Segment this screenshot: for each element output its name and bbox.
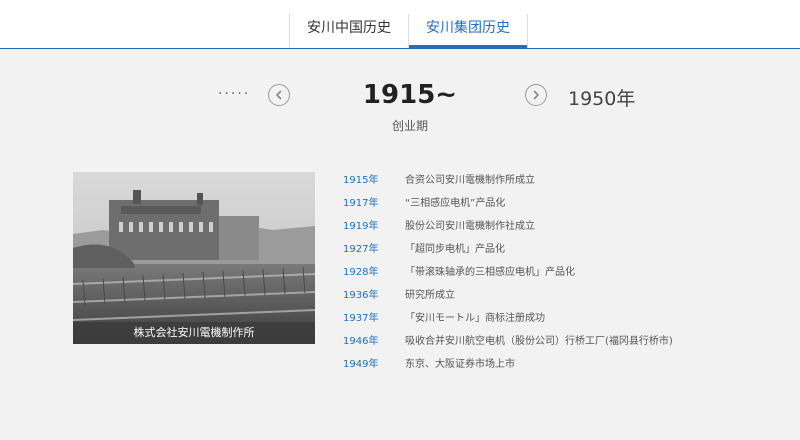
previous-period-button[interactable] (268, 84, 290, 106)
timeline-year[interactable]: 1936年 (343, 287, 378, 305)
timeline-item: 1949年 东京、大阪证券市场上市 (343, 356, 763, 374)
timeline-item: 1927年 「超同步电机」产品化 (343, 241, 763, 259)
timeline-item: 1915年 合资公司安川電機制作所成立 (343, 172, 763, 190)
chevron-left-icon (276, 90, 282, 100)
chevron-right-icon (533, 90, 539, 100)
timeline-year[interactable]: 1915年 (343, 172, 378, 190)
timeline-item: 1936年 研究所成立 (343, 287, 763, 305)
timeline-item: 1937年 「安川モートル」商标注册成功 (343, 310, 763, 328)
timeline-year[interactable]: 1919年 (343, 218, 378, 236)
timeline-event: 「安川モートル」商标注册成功 (405, 313, 545, 324)
timeline-year[interactable]: 1928年 (343, 264, 378, 282)
tab-yaskawa-china-history[interactable]: 安川中国历史 (289, 14, 408, 48)
timeline-event: 研究所成立 (405, 290, 455, 301)
historic-factory-photo: 株式会社安川電機制作所 (73, 172, 315, 344)
timeline-item: 1917年 “三相感应电机”产品化 (343, 195, 763, 213)
current-period-title: 1915~ (362, 80, 458, 110)
timeline-year[interactable]: 1937年 (343, 310, 378, 328)
timeline-item: 1919年 股份公司安川電機制作社成立 (343, 218, 763, 236)
timeline-event: 「带滚珠轴承的三相感应电机」产品化 (405, 267, 575, 278)
timeline-event: “三相感应电机”产品化 (405, 198, 506, 209)
timeline-event: 合资公司安川電機制作所成立 (405, 175, 535, 186)
timeline-item: 1928年 「带滚珠轴承的三相感应电机」产品化 (343, 264, 763, 282)
timeline-year[interactable]: 1927年 (343, 241, 378, 259)
timeline-item: 1946年 吸收合并安川航空电机（股份公司）行桥工厂(福冈县行桥市) (343, 333, 763, 351)
timeline-year[interactable]: 1946年 (343, 333, 378, 351)
timeline-event: 吸收合并安川航空电机（股份公司）行桥工厂(福冈县行桥市) (405, 336, 673, 347)
timeline-event: 「超同步电机」产品化 (405, 244, 505, 255)
previous-period-dots: ····· (218, 86, 251, 102)
timeline-year[interactable]: 1917年 (343, 195, 378, 213)
next-period-button[interactable] (525, 84, 547, 106)
timeline-event: 股份公司安川電機制作社成立 (405, 221, 535, 232)
current-period-subtitle: 创业期 (391, 119, 428, 133)
timeline-year[interactable]: 1949年 (343, 356, 378, 374)
photo-caption: 株式会社安川電機制作所 (73, 322, 315, 344)
next-period-title[interactable]: 1950年 (568, 84, 635, 111)
factory-photo-illustration (73, 172, 315, 344)
tab-yaskawa-group-history[interactable]: 安川集团历史 (408, 14, 528, 48)
timeline-event: 东京、大阪证券市场上市 (405, 359, 515, 370)
top-tab-bar: 安川中国历史 安川集团历史 (0, 0, 800, 49)
